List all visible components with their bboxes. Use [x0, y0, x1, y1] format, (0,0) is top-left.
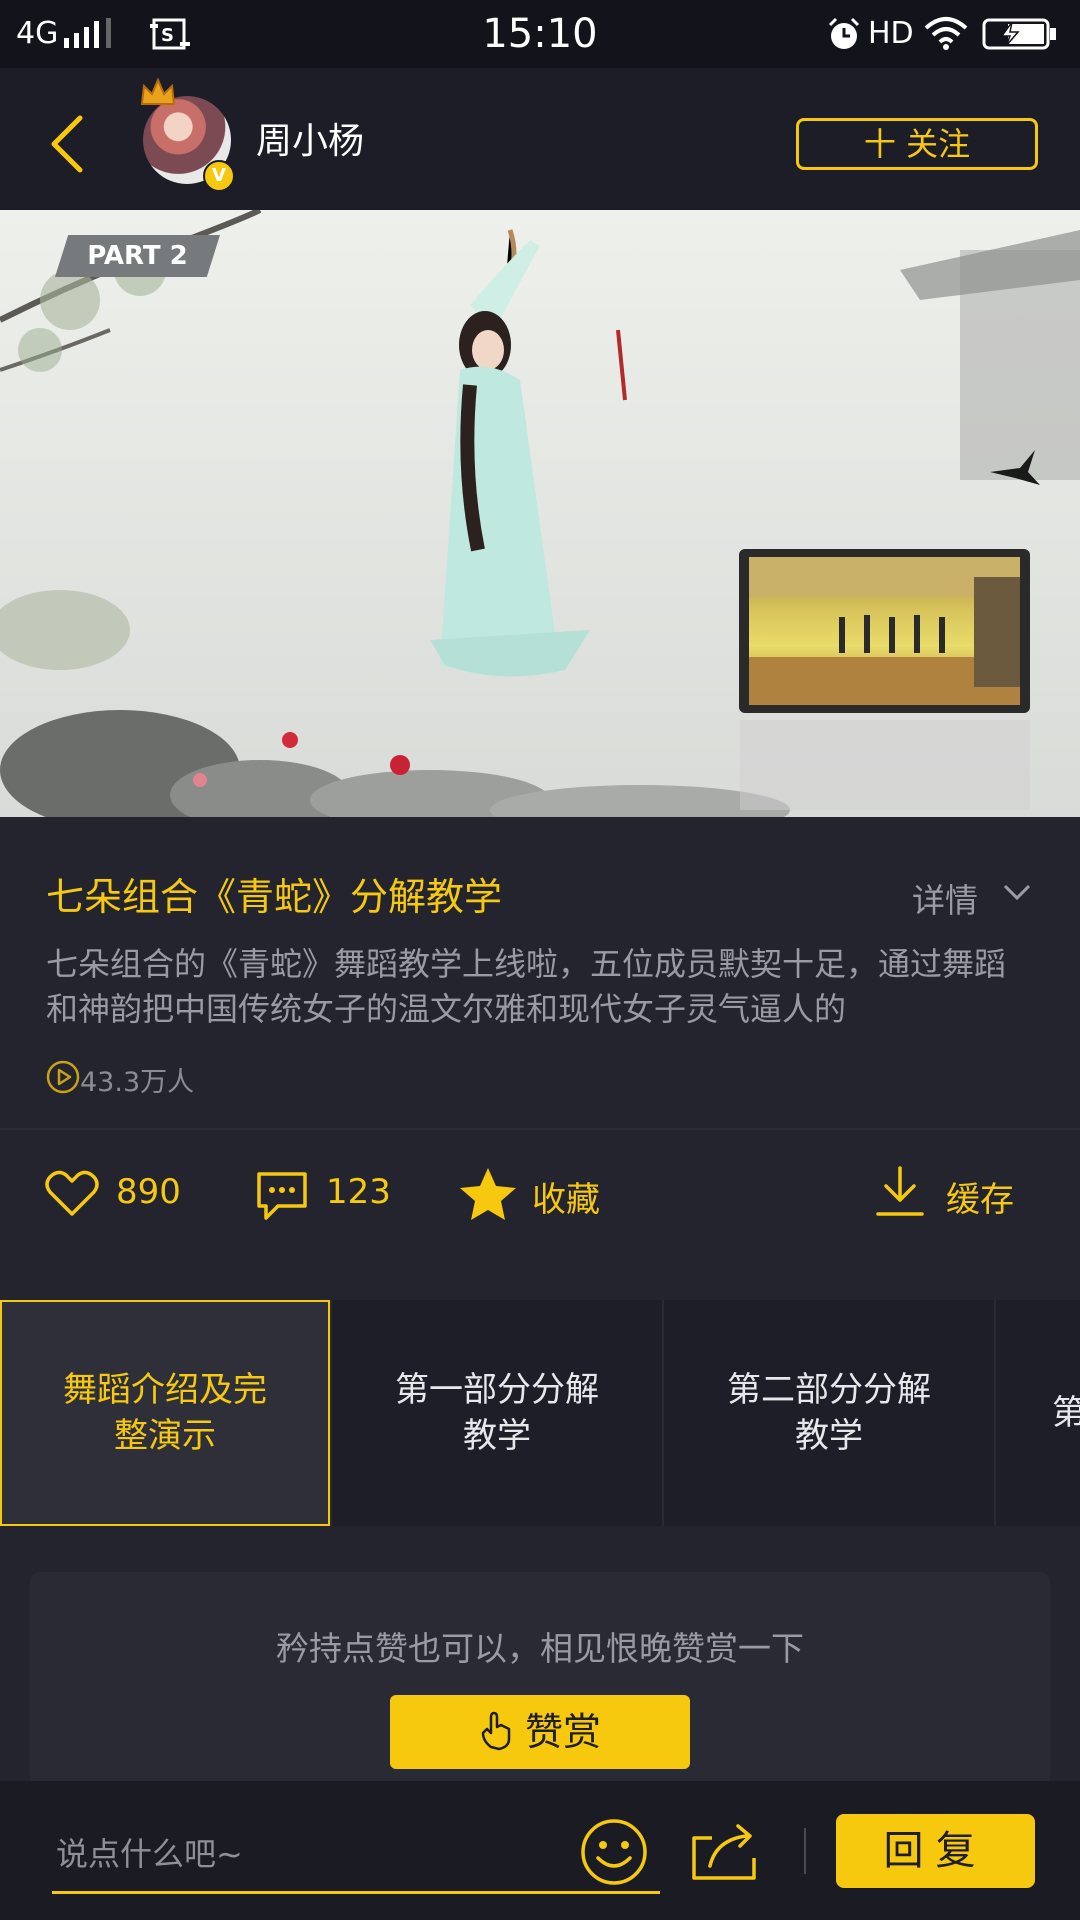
tab-label: 第	[1052, 1393, 1080, 1433]
video-title: 七朵组合《青蛇》分解教学	[46, 875, 503, 919]
input-underline	[52, 1891, 660, 1894]
hand-icon	[481, 1711, 511, 1751]
tab-label: 第二部分分解教学	[727, 1370, 931, 1456]
verified-badge-icon: V	[203, 160, 235, 192]
favorite-label[interactable]: 收藏	[532, 1172, 600, 1221]
like-count[interactable]: 890	[116, 1172, 181, 1212]
tab-episode-3[interactable]: 第二部分分解教学	[664, 1300, 994, 1526]
hd-indicator: HD	[868, 16, 914, 51]
reward-prompt: 矜持点赞也可以，相见恨晚赞赏一下	[276, 1629, 804, 1668]
reward-button-label: 赞赏	[525, 1710, 602, 1754]
bar-separator	[804, 1828, 806, 1874]
video-player[interactable]	[0, 210, 1080, 817]
video-description: 七朵组合的《青蛇》舞蹈教学上线啦，五位成员默契十足，通过舞蹈和神韵把中国传统女子…	[46, 945, 1007, 1028]
thumbnail-image	[749, 557, 1020, 705]
battery-icon	[982, 18, 1056, 50]
part-label: PART 2	[55, 235, 220, 277]
reply-button[interactable]: 回复	[836, 1814, 1035, 1888]
username[interactable]: 周小杨	[256, 112, 364, 164]
download-label[interactable]: 缓存	[946, 1172, 1014, 1221]
wifi-icon	[924, 17, 968, 50]
emoji-icon[interactable]	[580, 1818, 648, 1886]
follow-button[interactable]: 十 关注	[796, 118, 1038, 170]
details-toggle[interactable]: 详情	[912, 874, 978, 922]
reward-button[interactable]: 赞赏	[390, 1695, 690, 1769]
play-count-icon	[46, 1060, 80, 1094]
favorite-star-icon[interactable]	[458, 1166, 518, 1222]
play-count: 43.3万人	[80, 1067, 195, 1098]
like-heart-icon[interactable]	[44, 1168, 100, 1218]
alarm-icon	[828, 17, 860, 49]
tab-episode-4[interactable]: 第	[996, 1300, 1080, 1526]
tab-episode-2[interactable]: 第一部分分解教学	[332, 1300, 662, 1526]
download-icon[interactable]	[874, 1164, 926, 1220]
tab-label: 舞蹈介绍及完整演示	[63, 1370, 267, 1456]
comment-count[interactable]: 123	[326, 1172, 391, 1212]
comment-input[interactable]	[54, 1825, 578, 1883]
clock: 15:10	[482, 11, 598, 57]
back-arrow-icon[interactable]	[46, 114, 86, 174]
crown-icon	[140, 78, 176, 105]
comment-icon[interactable]	[254, 1168, 310, 1224]
chevron-down-icon[interactable]	[1002, 882, 1032, 902]
divider	[0, 1128, 1080, 1130]
tab-label: 第一部分分解教学	[395, 1370, 599, 1456]
share-icon[interactable]	[690, 1822, 760, 1882]
tab-episode-1[interactable]: 舞蹈介绍及完整演示	[0, 1300, 330, 1526]
video-frame	[0, 210, 1080, 817]
